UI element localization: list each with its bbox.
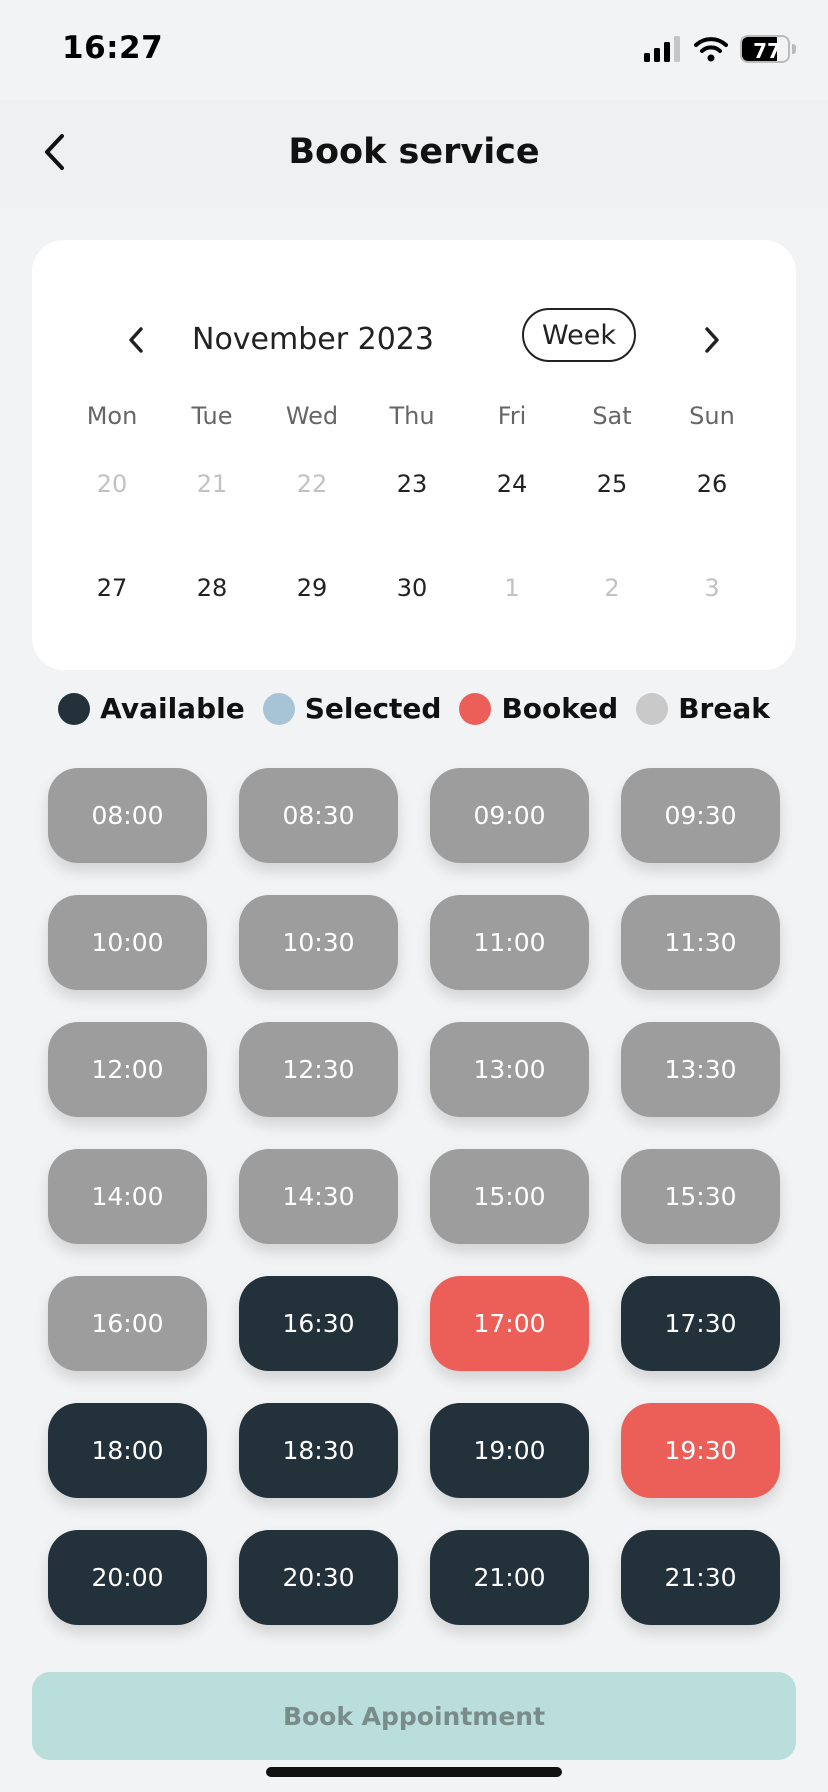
time-slot[interactable]: 09:00 [430,768,589,863]
legend-label: Selected [304,692,442,725]
weekday-label: Sat [592,402,632,430]
legend-dot [636,692,669,725]
time-slot[interactable]: 14:30 [239,1149,398,1244]
time-slot[interactable]: 17:00 [430,1276,589,1371]
time-slot[interactable]: 08:30 [239,768,398,863]
battery-body: 77 [740,35,790,63]
battery-tip [792,44,796,54]
legend-dot [262,692,295,725]
time-slot[interactable]: 08:00 [48,768,207,863]
slot-legend: Available Selected Booked Break [0,692,828,725]
chevron-right-icon [705,327,719,353]
previous-month-button[interactable] [114,318,158,362]
time-slot[interactable]: 19:30 [621,1403,780,1498]
calendar-day[interactable]: 26 [662,464,762,504]
calendar-day[interactable]: 2 [562,568,662,608]
home-indicator [266,1767,562,1777]
calendar-day[interactable]: 21 [162,464,262,504]
legend-label: Booked [501,692,619,725]
status-icons: 77 [644,34,796,64]
time-slot[interactable]: 10:30 [239,895,398,990]
status-bar: 16:27 77 [0,0,828,100]
legend-label: Break [678,692,770,725]
weekday-label: Mon [86,402,138,430]
weekday-label: Thu [389,402,435,430]
time-slot[interactable]: 09:30 [621,768,780,863]
time-slot[interactable]: 10:00 [48,895,207,990]
time-slot[interactable]: 18:00 [48,1403,207,1498]
weekday-label: Fri [497,402,527,430]
calendar-day[interactable]: 27 [62,568,162,608]
calendar-day[interactable]: 22 [262,464,362,504]
header: Book service [0,100,828,208]
calendar-day[interactable]: 20 [62,464,162,504]
status-time: 16:27 [62,30,164,66]
weekday-label: Sun [689,402,735,430]
time-slot[interactable]: 21:30 [621,1530,780,1625]
week-view-toggle[interactable]: Week [522,308,636,362]
time-slot[interactable]: 13:00 [430,1022,589,1117]
battery-level: 77 [753,39,781,63]
time-slot[interactable]: 16:00 [48,1276,207,1371]
time-slot[interactable]: 15:00 [430,1149,589,1244]
calendar-day[interactable]: 25 [562,464,662,504]
calendar-week-row: 27 28 29 30 1 2 3 [62,568,762,608]
time-slot[interactable]: 19:00 [430,1403,589,1498]
calendar-day[interactable]: 28 [162,568,262,608]
calendar-day[interactable]: 3 [662,568,762,608]
time-slot[interactable]: 11:30 [621,895,780,990]
calendar-card: November 2023 Week Mon Tue Wed Thu Fri S… [32,240,796,670]
time-slot[interactable]: 16:30 [239,1276,398,1371]
time-slot[interactable]: 18:30 [239,1403,398,1498]
calendar-day[interactable]: 23 [362,464,462,504]
calendar-day[interactable]: 24 [462,464,562,504]
legend-label: Available [100,692,245,725]
next-month-button[interactable] [690,318,734,362]
time-slot[interactable]: 13:30 [621,1022,780,1117]
time-slot[interactable]: 21:00 [430,1530,589,1625]
calendar-day[interactable]: 30 [362,568,462,608]
chevron-left-icon [129,327,143,353]
legend-item-available: Available [58,692,245,725]
weekday-label: Tue [191,402,233,430]
time-slot[interactable]: 12:00 [48,1022,207,1117]
page-title: Book service [288,132,540,172]
weekday-header: Mon Tue Wed Thu Fri Sat Sun [62,402,762,430]
time-slot[interactable]: 12:30 [239,1022,398,1117]
legend-dot [58,692,91,725]
wifi-icon [694,37,728,62]
legend-item-break: Break [636,692,770,725]
legend-item-booked: Booked [459,692,618,725]
month-label: November 2023 [192,322,434,357]
weekday-label: Wed [285,402,339,430]
time-slot[interactable]: 20:30 [239,1530,398,1625]
legend-item-selected: Selected [262,692,442,725]
legend-dot [459,692,492,725]
calendar-day[interactable]: 1 [462,568,562,608]
time-slot[interactable]: 14:00 [48,1149,207,1244]
battery-icon: 77 [740,35,796,63]
time-slot[interactable]: 11:00 [430,895,589,990]
time-slots-grid: 08:00 08:30 09:00 09:30 10:00 10:30 11:0… [48,768,780,1625]
book-appointment-button[interactable]: Book Appointment [32,1672,796,1760]
time-slot[interactable]: 17:30 [621,1276,780,1371]
calendar-day[interactable]: 29 [262,568,362,608]
cellular-signal-icon [644,36,680,62]
time-slot[interactable]: 20:00 [48,1530,207,1625]
calendar-week-row: 20 21 22 23 24 25 26 [62,464,762,504]
time-slot[interactable]: 15:30 [621,1149,780,1244]
